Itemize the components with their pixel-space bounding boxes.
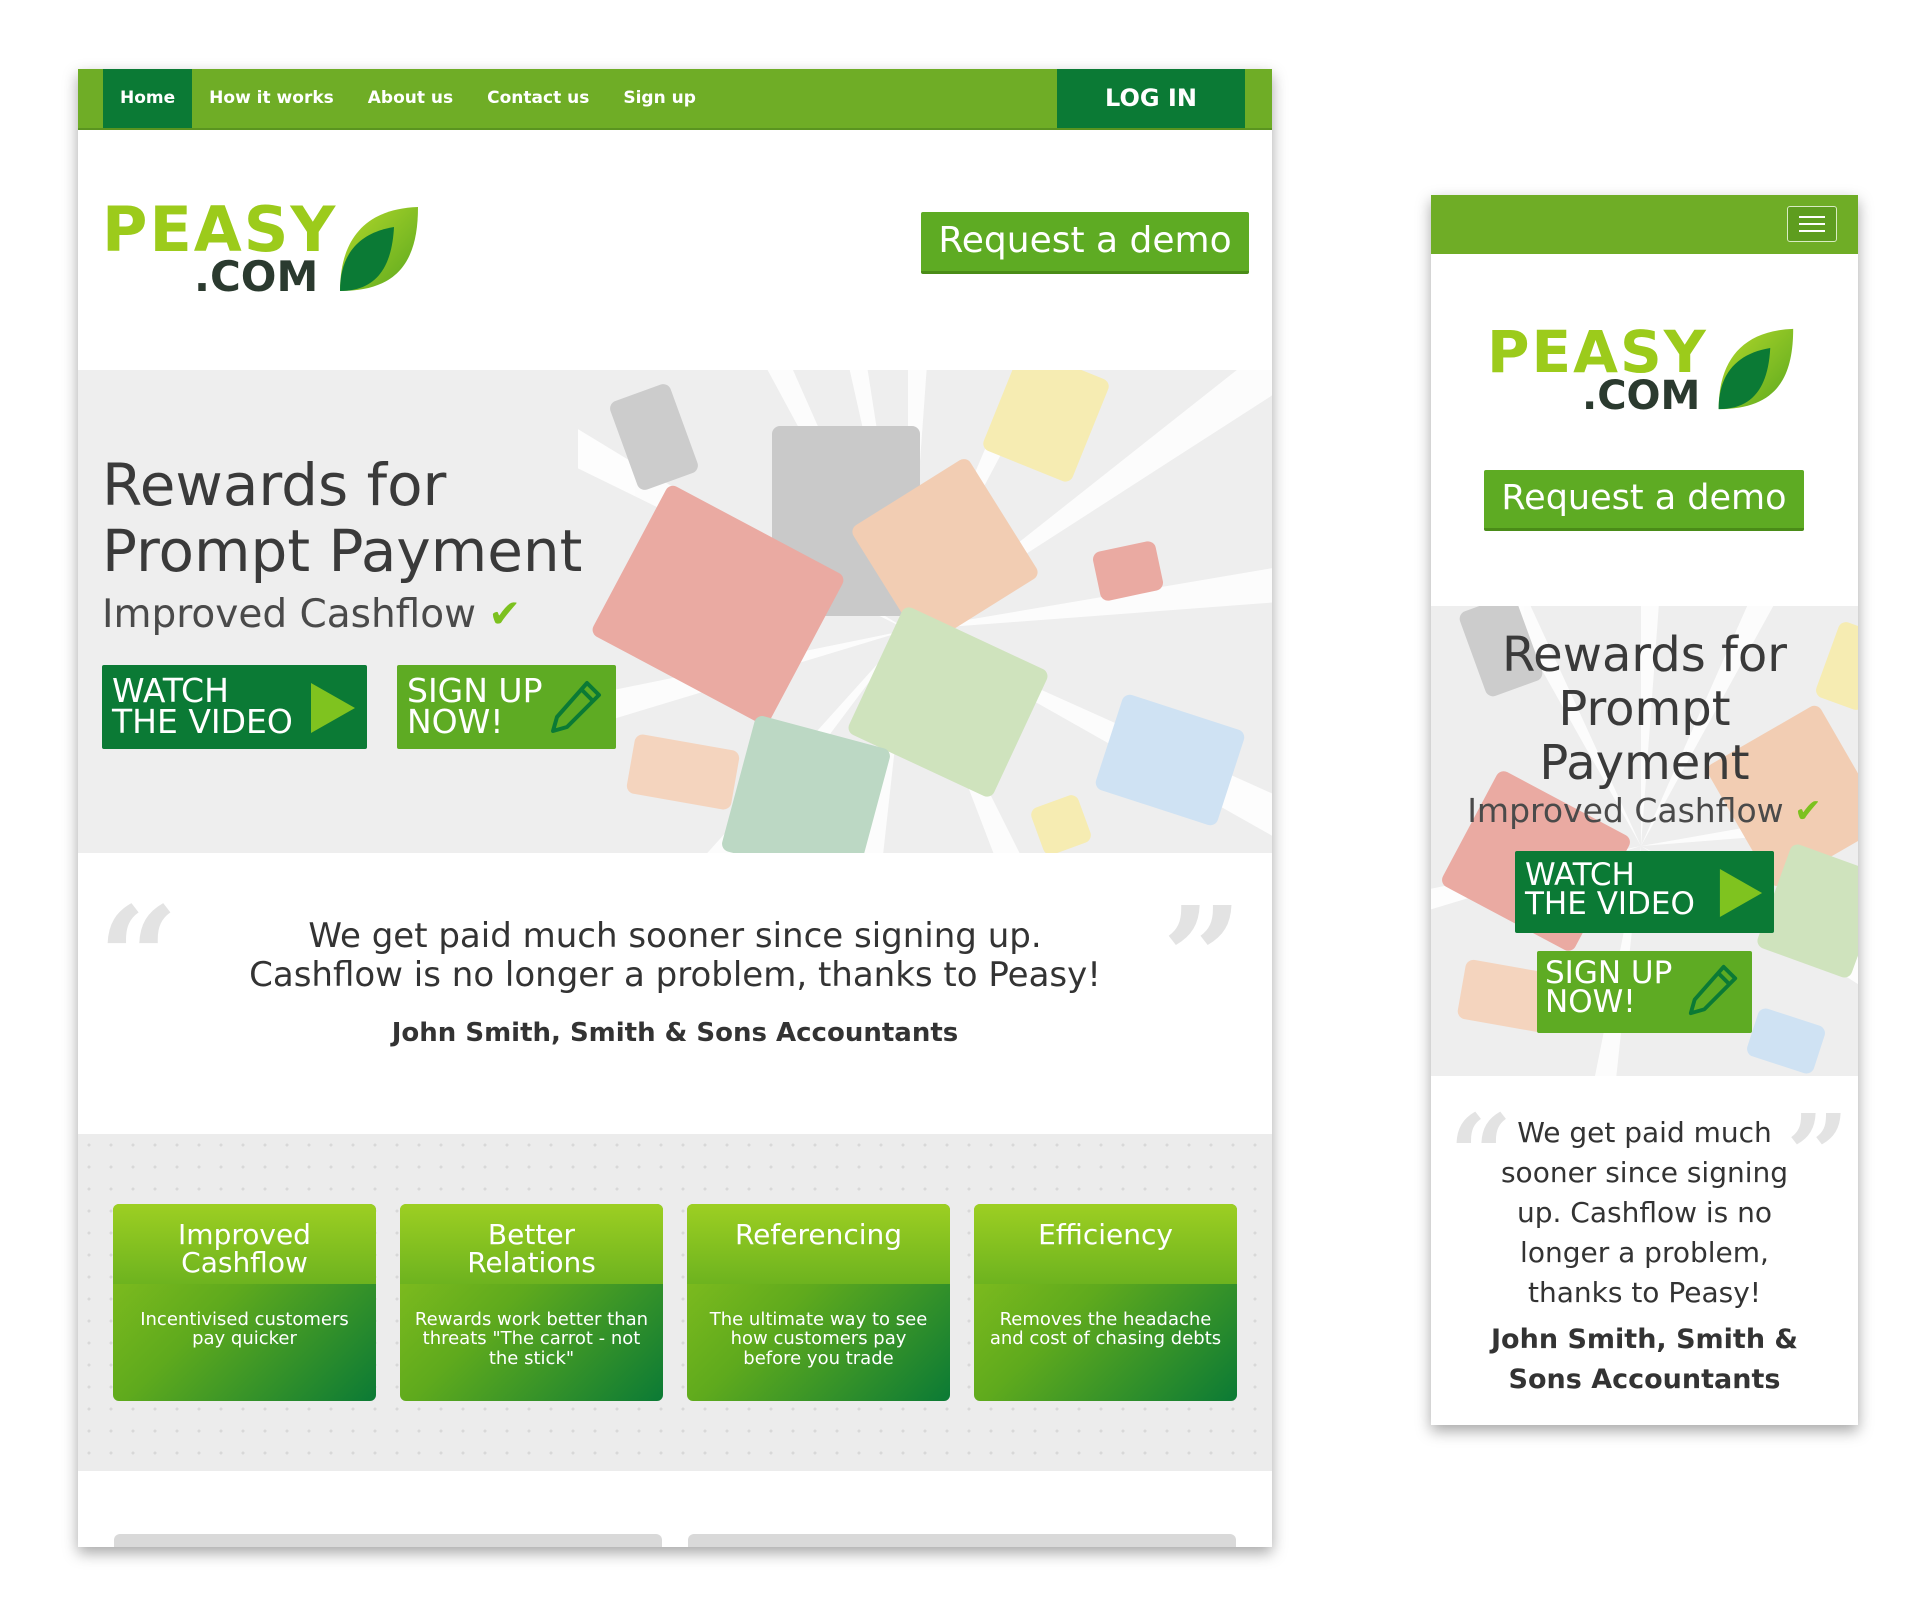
logo-suffix: .COM [194,252,319,301]
content-card-edge [114,1534,662,1547]
peasy-logo[interactable]: PEASY .COM [1487,323,1807,423]
watch-video-button[interactable]: WATCH THE VIDEO [102,665,367,749]
feature-card-referencing: Referencing The ultimate way to see how … [687,1204,950,1401]
nav-menu: Home How it works About us Contact us Si… [103,69,713,128]
hero-title-line2: Prompt Payment [102,517,583,586]
feature-title: Better Relations [467,1218,596,1279]
watch-line2: THE VIDEO [1525,886,1695,923]
feature-card-cashflow: Improved Cashflow Incentivised customers … [113,1204,376,1401]
testimonial-author: John Smith, Smith & Sons Accountants [1431,1320,1858,1400]
feature-card-efficiency: Efficiency Removes the headache and cost… [974,1204,1237,1401]
request-demo-button[interactable]: Request a demo [1484,470,1804,531]
nav-contact-us[interactable]: Contact us [470,69,606,128]
feature-desc: Incentivised customers pay quicker [140,1309,349,1350]
watch-line2: THE VIDEO [112,702,293,742]
play-icon [311,683,355,733]
hero-title-line1: Rewards for [102,451,447,519]
sign-up-now-button[interactable]: SIGN UP NOW! [1537,951,1752,1033]
watch-video-button[interactable]: WATCH THE VIDEO [1515,851,1774,933]
play-icon [1719,869,1763,917]
testimonial-line1: We get paid much sooner since signing up… [308,916,1042,956]
login-button[interactable]: LOG IN [1057,69,1245,128]
leaf-icon [1718,328,1794,410]
nav-home[interactable]: Home [103,69,193,128]
feature-title: Improved Cashflow [178,1218,311,1279]
mobile-preview: PEASY .COM Request a demo Rewards for Pr… [1431,195,1858,1425]
features-section: Improved Cashflow Incentivised customers … [78,1134,1272,1471]
nav-about-us[interactable]: About us [351,69,470,128]
hero-banner: Rewards for Prompt Payment Improved Cash… [1431,606,1858,1076]
feature-desc: Rewards work better than threats "The ca… [414,1309,649,1369]
hero-subtitle: Improved Cashflow ✔ [102,592,521,637]
pencil-icon [1688,964,1738,1016]
hamburger-menu-button[interactable] [1787,206,1837,242]
hero-title-line1: Rewards for [1501,627,1788,683]
leaf-icon [340,207,418,291]
hero-subtitle: Improved Cashflow ✔ [1431,791,1858,830]
feature-card-relations: Better Relations Rewards work better than… [400,1204,663,1401]
testimonial-quote: We get paid much sooner since signing up… [178,917,1172,995]
feature-desc: Removes the headache and cost of chasing… [989,1309,1222,1350]
hero-subtitle-text: Improved Cashflow [102,592,477,637]
pencil-icon [551,681,601,733]
testimonial-author: John Smith, Smith & Sons Accountants [391,1018,959,1048]
testimonial-line2: Cashflow is no longer a problem, thanks … [249,955,1101,995]
hero-banner: Rewards for Prompt Payment Improved Cash… [78,370,1272,853]
check-icon: ✔ [1794,791,1822,830]
testimonial-line5: thanks to Peasy! [1528,1276,1761,1309]
feature-desc: The ultimate way to see how customers pa… [709,1309,928,1369]
feature-title: Referencing [734,1218,903,1251]
testimonial-line3: up. Cashflow is no [1516,1196,1773,1229]
desktop-preview: Home How it works About us Contact us Si… [78,69,1272,1547]
open-quote-icon: “ [98,877,179,1041]
testimonial-quote: We get paid much sooner since signing up… [1431,1113,1858,1313]
logo-suffix: .COM [1582,373,1701,419]
nav-sign-up[interactable]: Sign up [606,69,713,128]
top-navigation: Home How it works About us Contact us Si… [78,69,1272,130]
signup-line2: NOW! [407,702,504,742]
mobile-nav-bar [1431,195,1858,254]
request-demo-button[interactable]: Request a demo [921,212,1249,274]
testimonial-line2: sooner since signing [1500,1156,1789,1189]
hero-subtitle-text: Improved Cashflow [1467,791,1784,830]
testimonial-line1: We get paid much [1517,1116,1772,1149]
author-line2: Sons Accountants [1508,1364,1781,1395]
hero-title: Rewards for Prompt Payment [102,452,582,584]
close-quote-icon: ” [1162,877,1243,1041]
content-card-edge [688,1534,1236,1547]
hero-title-line3: Payment [1539,735,1750,791]
nav-how-it-works[interactable]: How it works [192,69,351,128]
author-line1: John Smith, Smith & [1491,1324,1798,1355]
hero-title: Rewards for Prompt Payment [1431,628,1858,790]
feature-title: Efficiency [1038,1218,1173,1251]
peasy-logo[interactable]: PEASY .COM [102,199,422,299]
testimonial-line4: longer a problem, [1520,1236,1769,1269]
signup-line2: NOW! [1545,984,1636,1021]
hero-title-line2: Prompt [1558,681,1731,737]
check-icon: ✔ [488,592,522,637]
sign-up-now-button[interactable]: SIGN UP NOW! [397,665,616,749]
